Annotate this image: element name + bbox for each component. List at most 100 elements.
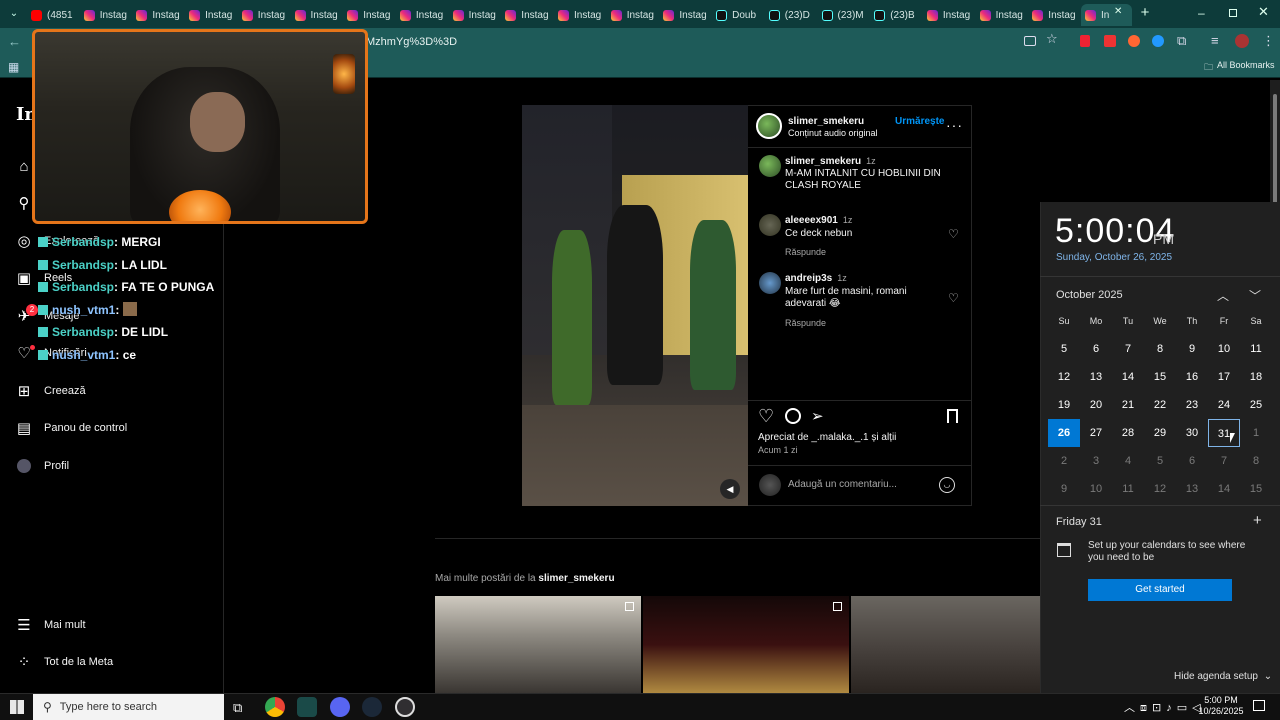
browser-tab[interactable]: Instag	[80, 4, 131, 26]
calendar-day[interactable]: 28	[1112, 419, 1144, 447]
bookmark-star-icon[interactable]: ☆	[1046, 31, 1058, 47]
browser-tab[interactable]: Instag	[132, 4, 183, 26]
nav-search[interactable]: ⚲	[16, 195, 32, 212]
calendar-day[interactable]: 11	[1240, 335, 1272, 363]
system-clock[interactable]: 5:00 PM 10/26/2025	[1195, 695, 1247, 717]
get-started-button[interactable]: Get started	[1088, 579, 1232, 601]
calendar-day[interactable]: 10	[1080, 475, 1112, 503]
nav-home[interactable]: ⌂	[16, 158, 32, 175]
tab-search-button[interactable]: ⌄	[6, 6, 22, 22]
install-app-icon[interactable]	[1024, 36, 1036, 46]
liked-by[interactable]: Apreciat de _.malaka._.1 și alții	[758, 432, 896, 443]
calendar-day[interactable]: 5	[1048, 335, 1080, 363]
steam-icon[interactable]	[362, 697, 382, 717]
reply-button[interactable]: Răspunde	[785, 318, 826, 328]
calendar-day[interactable]: 21	[1112, 391, 1144, 419]
browser-tab[interactable]: Instag	[291, 4, 342, 26]
browser-tab[interactable]: Instag	[923, 4, 974, 26]
notification-center-icon[interactable]	[1253, 700, 1265, 711]
like-comment-icon[interactable]: ♡	[948, 227, 959, 241]
calendar-day[interactable]: 13	[1176, 475, 1208, 503]
calendar-day[interactable]: 20	[1080, 391, 1112, 419]
calendar-day[interactable]: 13	[1080, 363, 1112, 391]
caption-avatar[interactable]	[759, 155, 781, 177]
browser-tab[interactable]: In	[1081, 4, 1132, 26]
emoji-icon[interactable]: ◡	[939, 477, 955, 493]
calendar-day[interactable]: 19	[1048, 391, 1080, 419]
calendar-day[interactable]: 7	[1112, 335, 1144, 363]
comment-avatar[interactable]	[759, 272, 781, 294]
browser-tab[interactable]: Instag	[238, 4, 289, 26]
close-tab-icon[interactable]: ✕	[1114, 6, 1122, 17]
author-avatar[interactable]	[756, 113, 782, 139]
apps-grid-icon[interactable]: ▦	[8, 60, 19, 74]
share-icon[interactable]: ➢	[811, 407, 824, 425]
calendar-day[interactable]: 29	[1144, 419, 1176, 447]
browser-tab[interactable]: Instag	[659, 4, 710, 26]
browser-tab[interactable]: (23)D	[765, 4, 816, 26]
app-icon[interactable]	[297, 697, 317, 717]
more-post-thumbnail[interactable]	[435, 596, 641, 693]
reply-button[interactable]: Răspunde	[785, 247, 826, 257]
calendar-day[interactable]: 2	[1048, 447, 1080, 475]
calendar-day[interactable]: 8	[1144, 335, 1176, 363]
calendar-day[interactable]: 5	[1144, 447, 1176, 475]
calendar-day[interactable]: 6	[1176, 447, 1208, 475]
extension-icon[interactable]	[1128, 35, 1140, 47]
minimize-icon[interactable]: –	[1198, 6, 1210, 20]
calendar-day[interactable]: 6	[1080, 335, 1112, 363]
calendar-day[interactable]: 7	[1208, 447, 1240, 475]
calendar-day[interactable]: 30	[1176, 419, 1208, 447]
comment-icon[interactable]	[785, 408, 801, 424]
taskbar-search[interactable]: ⚲ Type here to search	[33, 694, 224, 720]
calendar-day[interactable]: 26	[1048, 419, 1080, 447]
browser-tab[interactable]: Instag	[554, 4, 605, 26]
tray-icons[interactable]: ︿⧈⊡♪▭◁	[1124, 699, 1206, 715]
browser-tab[interactable]: Instag	[185, 4, 236, 26]
calendar-day[interactable]: 15	[1240, 475, 1272, 503]
like-comment-icon[interactable]: ♡	[948, 291, 959, 305]
comment-user[interactable]: andreip3s	[785, 273, 832, 284]
profile-avatar[interactable]	[1235, 34, 1249, 48]
browser-tab[interactable]: Instag	[1028, 4, 1079, 26]
calendar-day[interactable]: 31	[1208, 419, 1240, 447]
calendar-day[interactable]: 14	[1208, 475, 1240, 503]
caption-user[interactable]: slimer_smekeru	[785, 156, 861, 167]
nav-meta[interactable]: ⁘ Tot de la Meta	[16, 654, 113, 671]
browser-menu-icon[interactable]: ⋮	[1262, 33, 1275, 49]
calendar-day[interactable]: 18	[1240, 363, 1272, 391]
task-view-icon[interactable]: ⧉	[233, 700, 242, 716]
puzzle-icon[interactable]: ⧉	[1177, 33, 1186, 49]
browser-tab[interactable]: Instag	[976, 4, 1027, 26]
obs-icon[interactable]	[395, 697, 415, 717]
calendar-day[interactable]: 22	[1144, 391, 1176, 419]
calendar-day[interactable]: 17	[1208, 363, 1240, 391]
browser-tab[interactable]: (4851	[27, 4, 78, 26]
calendar-day[interactable]: 25	[1240, 391, 1272, 419]
comment-avatar[interactable]	[759, 214, 781, 236]
browser-tab[interactable]: (23)M	[818, 4, 869, 26]
browser-tab[interactable]: Instag	[501, 4, 552, 26]
comment-user[interactable]: aleeeex901	[785, 215, 838, 226]
browser-tab[interactable]: (23)B	[870, 4, 921, 26]
calendar-day[interactable]: 12	[1144, 475, 1176, 503]
extension-icon[interactable]	[1104, 35, 1116, 47]
extension-icon[interactable]	[1080, 35, 1090, 47]
author-name[interactable]: slimer_smekeru	[788, 116, 864, 127]
nav-profile[interactable]: Profil	[16, 458, 69, 474]
media-control-icon[interactable]: ≡	[1211, 33, 1219, 48]
calendar-day[interactable]: 16	[1176, 363, 1208, 391]
calendar-day[interactable]: 11	[1112, 475, 1144, 503]
back-icon[interactable]: ←	[8, 34, 21, 49]
calendar-day[interactable]: 9	[1048, 475, 1080, 503]
calendar-day[interactable]: 23	[1176, 391, 1208, 419]
save-icon[interactable]	[947, 409, 958, 423]
calendar-day[interactable]: 12	[1048, 363, 1080, 391]
nav-dashboard[interactable]: ▤ Panou de control	[16, 420, 127, 437]
calendar-day[interactable]: 4	[1112, 447, 1144, 475]
mute-icon[interactable]: ◀︎	[720, 479, 740, 499]
chrome-icon[interactable]	[265, 697, 285, 717]
calendar-day[interactable]: 14	[1112, 363, 1144, 391]
browser-tab[interactable]: Instag	[343, 4, 394, 26]
chevron-up-icon[interactable]: ︿	[1217, 287, 1229, 304]
